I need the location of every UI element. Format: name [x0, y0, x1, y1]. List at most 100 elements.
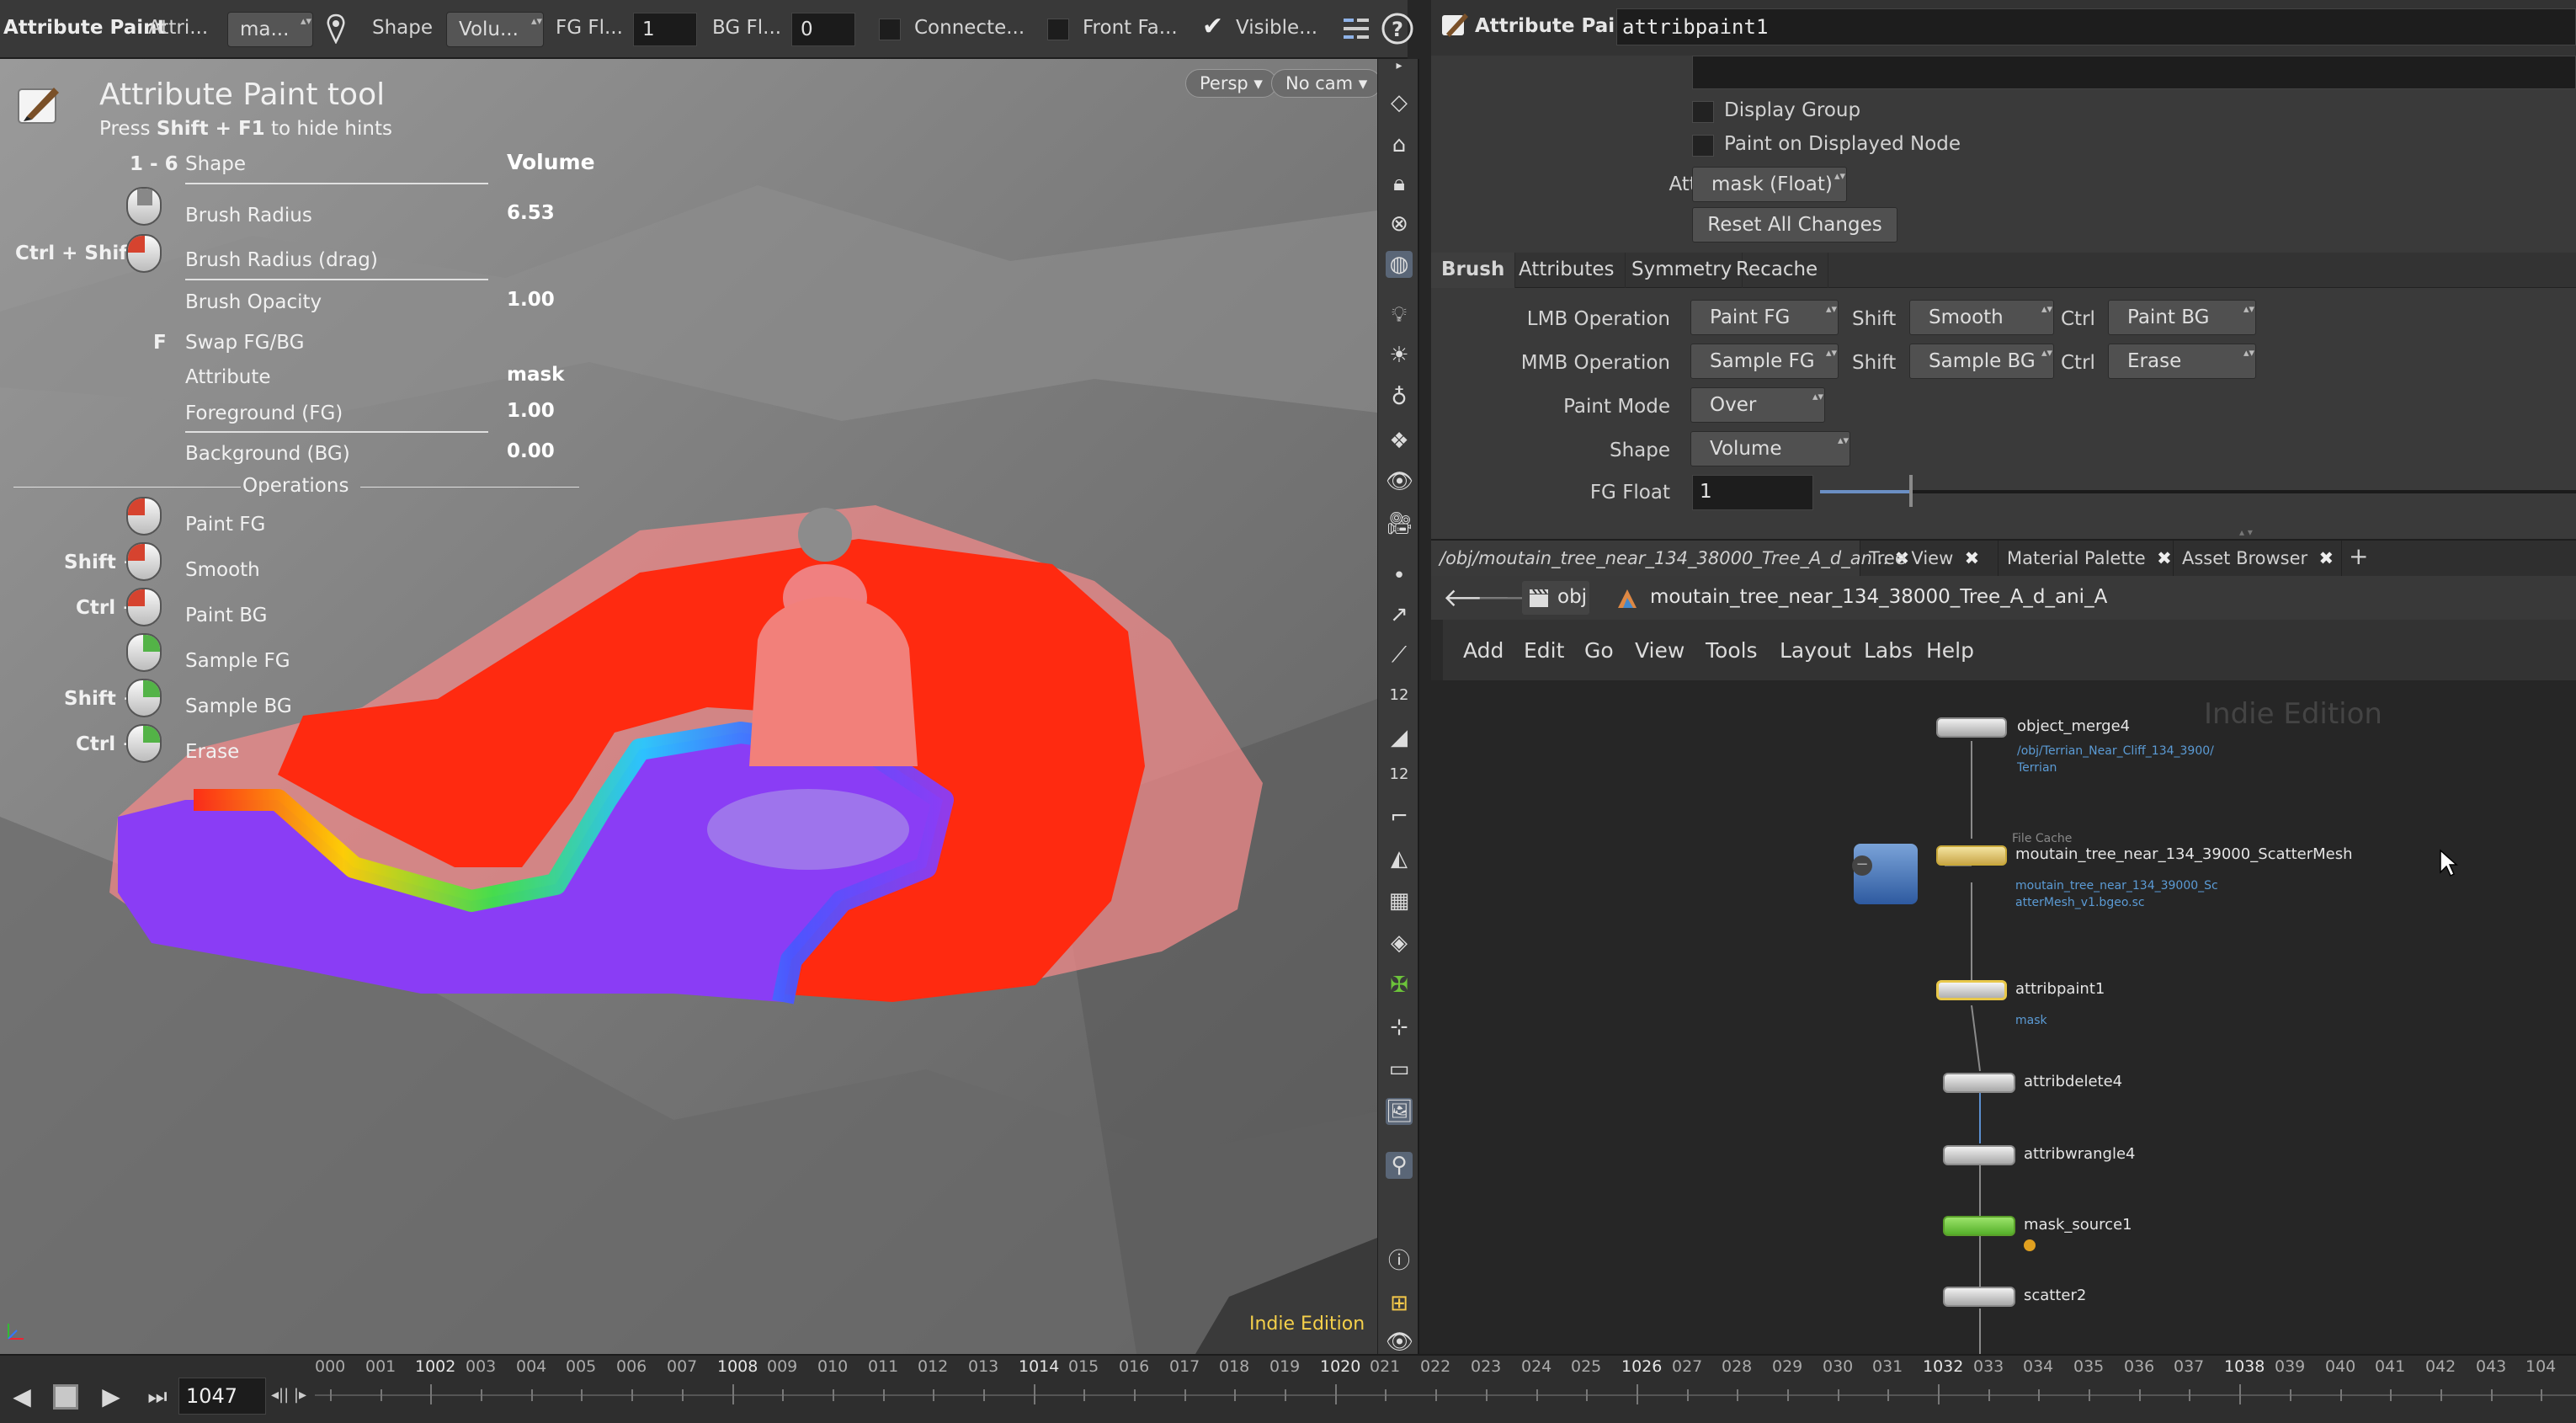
background-image-icon[interactable]: ▭ [1386, 1056, 1413, 1083]
tab-asset-browser[interactable]: Asset Browser ✖ [2174, 541, 2342, 578]
fg-float-slider-handle[interactable] [1908, 475, 1913, 507]
mmb-shift-dropdown[interactable]: Sample BG [1909, 344, 2054, 379]
close-icon[interactable]: ✖ [1965, 548, 1980, 568]
node-mask-source1[interactable] [1943, 1216, 2015, 1236]
play-forward-icon[interactable]: ▶ [93, 1378, 130, 1415]
tab-recache[interactable]: Recache [1726, 253, 1829, 288]
path-node-crumb[interactable]: moutain_tree_near_134_38000_Tree_A_d_ani… [1650, 586, 2107, 608]
menu-edit[interactable]: Edit [1524, 638, 1564, 663]
connected-checkbox[interactable] [879, 19, 901, 40]
menu-add[interactable]: Add [1463, 638, 1504, 663]
attribute-dropdown[interactable]: mask (Float) [1692, 167, 1847, 202]
primitive-display-icon[interactable]: ◢ [1386, 724, 1413, 751]
node-scatter-mesh-cache[interactable] [1936, 845, 2007, 866]
help-icon[interactable]: ? [1381, 12, 1414, 45]
prim-number-icon[interactable]: 12 [1386, 761, 1413, 788]
tab-material-palette[interactable]: Material Palette ✖ [1999, 541, 2174, 578]
menu-view[interactable]: View [1635, 638, 1685, 663]
lmb-operation-dropdown[interactable]: Paint FG [1690, 300, 1839, 335]
uv-display-icon[interactable]: ◭ [1386, 845, 1413, 872]
node-object-merge4[interactable] [1936, 717, 2007, 738]
network-menu-handle[interactable] [1431, 620, 1443, 680]
node-name-field[interactable]: attribpaint1 [1616, 8, 2576, 45]
visible-check-icon[interactable]: ✔ [1202, 12, 1223, 41]
node-attribpaint1[interactable] [1936, 980, 2007, 1000]
target-icon[interactable]: ⊗ [1386, 211, 1413, 237]
lmb-shift-dropdown[interactable]: Smooth [1909, 300, 2054, 335]
toolbar-options-icon[interactable] [1342, 15, 1370, 44]
image-display-icon[interactable]: 🖼︎ [1386, 1098, 1413, 1125]
green-object-icon[interactable]: ✠ [1386, 972, 1413, 999]
menu-labs[interactable]: Labs [1864, 638, 1913, 663]
scene-viewport[interactable]: Attribute Paint tool Press Shift + F1 to… [0, 59, 1377, 1354]
toolbar-bg-field[interactable]: 0 [791, 13, 855, 46]
node-scatter2[interactable] [1943, 1287, 2015, 1307]
step-frame-icons[interactable]: ◂|| |▸ [271, 1386, 306, 1404]
lock-icon[interactable]: 🔒︎ [1386, 170, 1413, 197]
point-display-icon[interactable]: • [1386, 562, 1413, 589]
panel-resize-handle-icon[interactable]: ▴ ▾ [2239, 527, 2290, 537]
toolbar-attribute-dropdown[interactable]: ma... [227, 12, 313, 47]
network-graph[interactable]: Indie Edition object_merge4 /obj/Terrian… [1431, 680, 2576, 1354]
edge-display-icon[interactable]: ⌐ [1386, 803, 1413, 830]
fg-float-slider-track[interactable] [1820, 490, 2576, 493]
node-attribwrangle4[interactable] [1943, 1145, 2015, 1165]
mmb-operation-dropdown[interactable]: Sample FG [1690, 344, 1839, 379]
ambient-light-icon[interactable]: ♁ [1386, 384, 1413, 411]
tab-network[interactable]: /obj/moutain_tree_near_134_38000_Tree_A_… [1431, 541, 1909, 578]
shelf-expand-arrow-icon[interactable]: ▸ [1386, 59, 1413, 72]
camera-view-icon[interactable]: 🎥︎ [1386, 510, 1413, 537]
display-group-checkbox[interactable] [1692, 101, 1714, 123]
jump-end-icon[interactable]: ⏭ [136, 1378, 178, 1415]
tab-brush[interactable]: Brush [1431, 253, 1516, 288]
node-attribdelete4[interactable] [1943, 1073, 2015, 1093]
front-face-checkbox[interactable] [1047, 19, 1069, 40]
path-obj-crumb[interactable]: obj [1522, 581, 1589, 615]
menu-tools[interactable]: Tools [1706, 638, 1758, 663]
light-icon[interactable]: 💡︎ [1386, 301, 1413, 328]
toolbar-fg-field[interactable]: 1 [633, 13, 697, 46]
tab-tree-view[interactable]: Tree View ✖ [1860, 541, 1999, 578]
group-field[interactable] [1692, 56, 2576, 89]
checker-icon[interactable]: ▦ [1386, 887, 1413, 914]
lmb-ctrl-dropdown[interactable]: Paint BG [2108, 300, 2256, 335]
close-icon[interactable]: ✖ [2319, 548, 2334, 568]
stop-button[interactable] [47, 1378, 84, 1415]
menu-help[interactable]: Help [1926, 638, 1974, 663]
location-pin-icon[interactable]: ⚲ [1386, 1152, 1413, 1179]
toolbar-shape-dropdown[interactable]: Volu... [446, 12, 544, 47]
geometry-icon[interactable]: ❖ [1386, 428, 1413, 455]
paint-mode-dropdown[interactable]: Over [1690, 387, 1825, 423]
snap-icon[interactable]: ⌂ [1386, 131, 1413, 158]
menu-layout[interactable]: Layout [1780, 638, 1851, 663]
close-icon[interactable]: ✖ [2157, 548, 2172, 568]
fg-float-field[interactable]: 1 [1692, 475, 1813, 510]
pin-icon[interactable] [325, 13, 347, 44]
paint-displayed-checkbox[interactable] [1692, 135, 1714, 157]
headlight-icon[interactable]: ☀ [1386, 342, 1413, 369]
view-mode-icon[interactable]: ◍ [1386, 251, 1413, 278]
current-frame-field[interactable]: 1047 [178, 1378, 266, 1415]
point-number-icon[interactable]: 12 [1386, 682, 1413, 709]
reset-all-changes-button[interactable]: Reset All Changes [1692, 207, 1897, 242]
visibility-icon[interactable]: 👁︎ [1386, 468, 1413, 495]
perspective-menu-button[interactable]: Persp ▾ [1185, 69, 1277, 98]
timeline-track[interactable]: 000 001 1002 003 004 005 006 007 1008 009 010 011 01… [315, 1356, 2576, 1423]
normal-display-icon[interactable]: ↗ [1386, 601, 1413, 628]
eye-icon[interactable]: 👁︎ [1386, 1331, 1413, 1353]
menu-go[interactable]: Go [1584, 638, 1614, 663]
tab-symmetry[interactable]: Symmetry [1621, 253, 1743, 288]
camera-menu-button[interactable]: No cam ▾ [1271, 69, 1377, 98]
tab-attributes[interactable]: Attributes [1509, 253, 1626, 288]
vector-display-icon[interactable]: ⟋ [1386, 642, 1413, 669]
layout-grid-icon[interactable]: ⊞ [1386, 1290, 1413, 1317]
grid-plane-icon[interactable]: ◇ [1386, 89, 1413, 116]
info-icon[interactable]: ⓘ [1386, 1248, 1413, 1275]
minus-icon[interactable]: − [1852, 855, 1872, 876]
add-tab-icon[interactable]: + [2342, 541, 2376, 578]
transform-handle-icon[interactable]: ⊹ [1386, 1014, 1413, 1041]
step-back-icon[interactable]: ◀ [3, 1378, 40, 1415]
diamond-display-icon[interactable]: ◈ [1386, 930, 1413, 957]
shape-dropdown[interactable]: Volume [1690, 431, 1850, 466]
mmb-ctrl-dropdown[interactable]: Erase [2108, 344, 2256, 379]
